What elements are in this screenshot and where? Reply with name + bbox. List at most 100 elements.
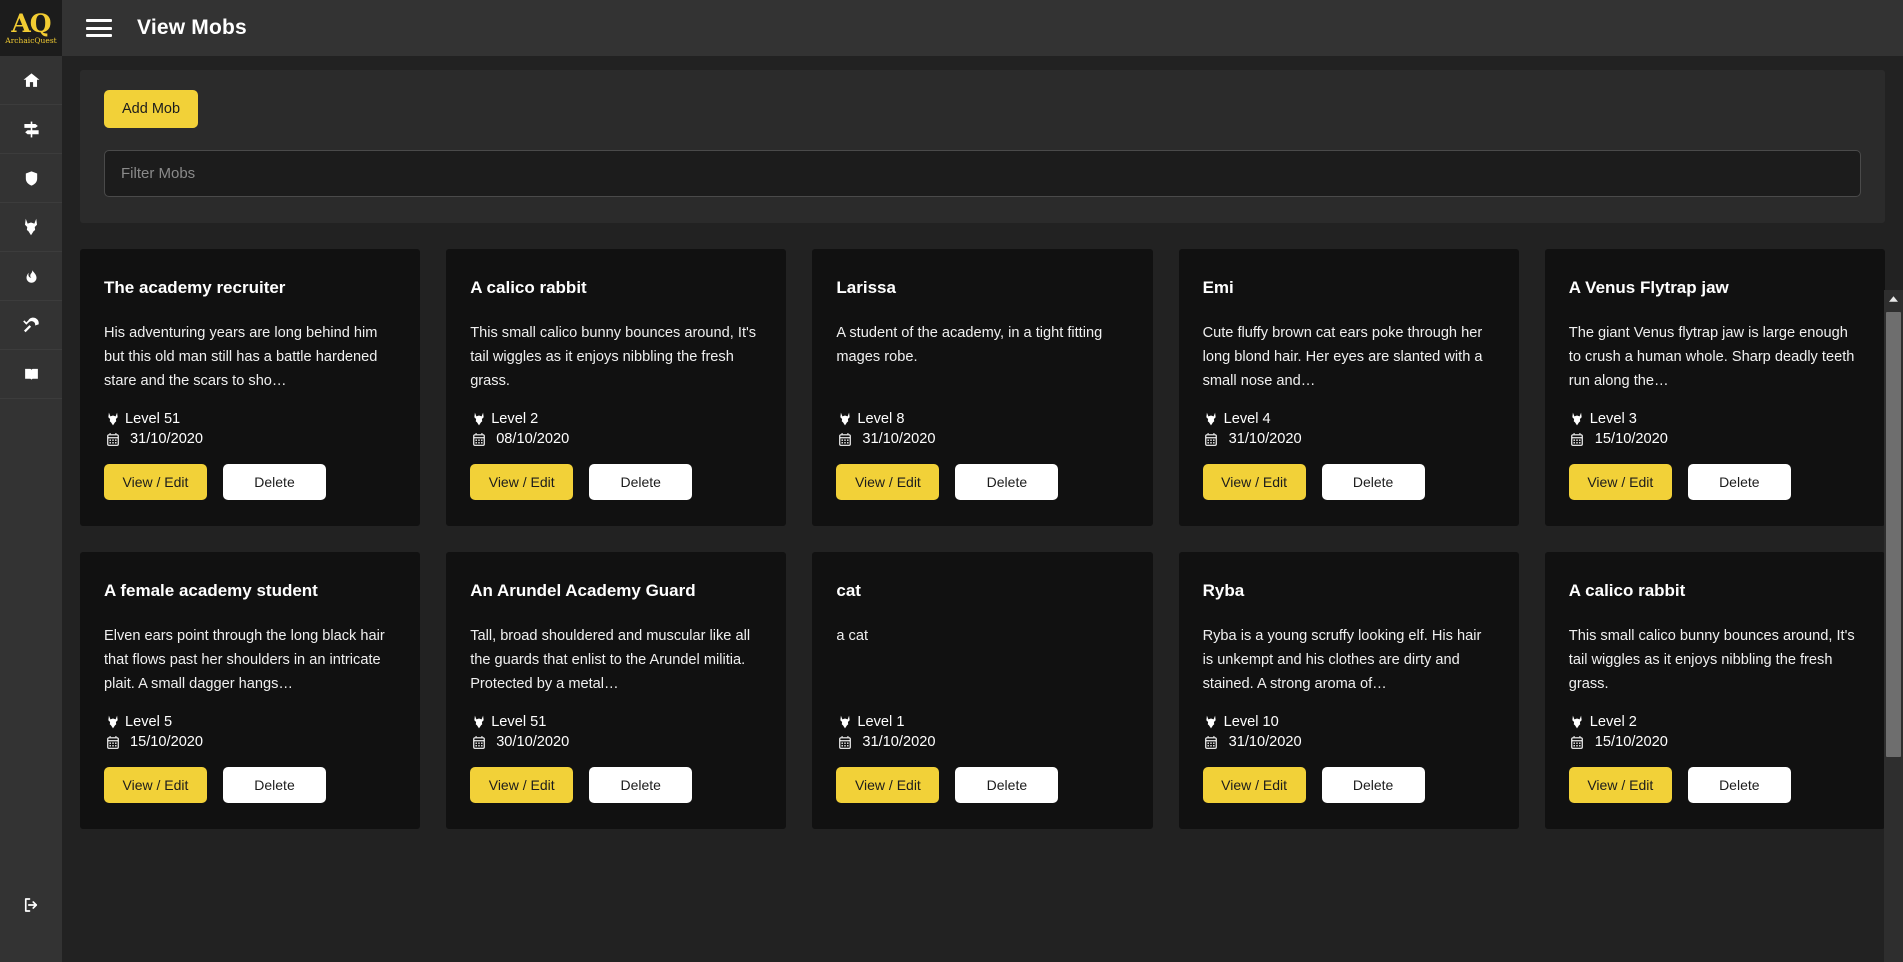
calendar-icon xyxy=(104,432,121,447)
mob-card-description: Cute fluffy brown cat ears poke through … xyxy=(1202,325,1483,389)
wolf-head-icon xyxy=(836,411,853,427)
mob-card-level: Level 2 xyxy=(470,411,762,427)
sidebar-item-mobs[interactable] xyxy=(0,203,62,252)
map-signs-icon xyxy=(22,120,41,139)
hamburger-bar xyxy=(86,34,112,37)
mob-card-date: 31/10/2020 xyxy=(104,431,396,447)
vertical-scrollbar-thumb[interactable] xyxy=(1886,312,1901,757)
mob-card-actions: View / Edit Delete xyxy=(1202,464,1495,500)
brand-logo-name: ArchaicQuest xyxy=(5,35,57,45)
sidebar-item-help[interactable] xyxy=(0,350,62,399)
mob-card-level-text: Level 8 xyxy=(857,411,905,427)
mob-card-description: Elven ears point through the long black … xyxy=(104,628,385,692)
mob-card-date-text: 31/10/2020 xyxy=(1228,431,1302,447)
mob-card: A calico rabbit This small calico bunny b… xyxy=(446,249,787,526)
mob-card-actions: View / Edit Delete xyxy=(836,464,1128,500)
delete-button[interactable]: Delete xyxy=(1687,464,1791,500)
mob-card-actions: View / Edit Delete xyxy=(1568,767,1861,803)
chevron-up-icon[interactable] xyxy=(1884,290,1903,307)
mob-card-level: Level 51 xyxy=(470,714,762,730)
wolf-head-icon xyxy=(104,411,121,427)
mob-card: The academy recruiter His adventuring yea… xyxy=(80,249,421,526)
calendar-icon xyxy=(836,735,853,750)
mob-card-title: A Venus Flytrap jaw xyxy=(1568,278,1729,297)
toolbar-panel: Add Mob xyxy=(80,70,1885,223)
wolf-head-icon xyxy=(1569,411,1586,427)
delete-button[interactable]: Delete xyxy=(955,767,1059,803)
mob-card-date-text: 31/10/2020 xyxy=(1228,734,1302,750)
sidebar-item-items[interactable] xyxy=(0,154,62,203)
mob-card-level-text: Level 2 xyxy=(491,411,539,427)
view-edit-button[interactable]: View / Edit xyxy=(836,464,940,500)
mob-card-title: Emi xyxy=(1202,278,1234,297)
view-edit-button[interactable]: View / Edit xyxy=(1202,767,1306,803)
mob-card-date-text: 31/10/2020 xyxy=(862,431,936,447)
mob-card-level-text: Level 5 xyxy=(125,714,173,730)
mob-card-title: Larissa xyxy=(836,278,896,297)
wolf-head-icon xyxy=(1203,714,1220,730)
wolf-head-icon xyxy=(1569,714,1586,730)
mob-card-level: Level 2 xyxy=(1569,714,1861,730)
mob-card-description: This small calico bunny bounces around, … xyxy=(470,325,757,389)
app-root: AQ ArchaicQuest View Mobs Add Mob Filter… xyxy=(0,0,1903,962)
delete-button[interactable]: Delete xyxy=(1321,767,1425,803)
mob-card-date: 31/10/2020 xyxy=(1203,431,1495,447)
brand-logo[interactable]: AQ ArchaicQuest xyxy=(0,0,62,56)
axe-icon xyxy=(22,316,41,335)
mob-card-date-text: 31/10/2020 xyxy=(862,734,936,750)
hamburger-icon[interactable] xyxy=(86,17,112,39)
view-edit-button[interactable]: View / Edit xyxy=(470,767,574,803)
mob-card-title: Ryba xyxy=(1202,581,1245,600)
mob-card-date: 08/10/2020 xyxy=(470,431,762,447)
mob-card-description: Ryba is a young scruffy looking elf. His… xyxy=(1202,628,1482,692)
wolf-head-icon xyxy=(470,411,487,427)
mob-card-level: Level 8 xyxy=(836,411,1128,427)
delete-button[interactable]: Delete xyxy=(589,767,693,803)
mob-card-level-text: Level 1 xyxy=(857,714,905,730)
view-edit-button[interactable]: View / Edit xyxy=(1568,767,1672,803)
delete-button[interactable]: Delete xyxy=(589,464,693,500)
view-edit-button[interactable]: View / Edit xyxy=(1202,464,1306,500)
wolf-head-icon xyxy=(470,714,487,730)
calendar-icon xyxy=(104,735,121,750)
sidebar-item-logout[interactable] xyxy=(0,883,62,932)
view-edit-button[interactable]: View / Edit xyxy=(470,464,574,500)
sidebar-item-rooms[interactable] xyxy=(0,105,62,154)
add-mob-button[interactable]: Add Mob xyxy=(104,90,199,128)
delete-button[interactable]: Delete xyxy=(955,464,1059,500)
mob-card-actions: View / Edit Delete xyxy=(1568,464,1861,500)
filter-mobs-input[interactable] xyxy=(104,150,1861,197)
mob-card-description: His adventuring years are long behind hi… xyxy=(104,325,378,389)
view-edit-button[interactable]: View / Edit xyxy=(104,464,207,500)
mob-card-date: 15/10/2020 xyxy=(1569,431,1861,447)
sidebar-item-skills[interactable] xyxy=(0,252,62,301)
wolf-head-icon xyxy=(836,714,853,730)
view-edit-button[interactable]: View / Edit xyxy=(104,767,207,803)
mob-card: A Venus Flytrap jaw The giant Venus flytr… xyxy=(1544,249,1885,526)
mob-card-description: This small calico bunny bounces around, … xyxy=(1568,628,1855,692)
mob-card-date-text: 08/10/2020 xyxy=(496,431,570,447)
mob-card-description: a cat xyxy=(836,628,869,644)
view-edit-button[interactable]: View / Edit xyxy=(1568,464,1672,500)
calendar-icon xyxy=(1569,735,1586,750)
mob-card: Larissa A student of the academy, in a ti… xyxy=(812,249,1153,526)
mob-card-level-text: Level 4 xyxy=(1223,411,1271,427)
delete-button[interactable]: Delete xyxy=(1687,767,1791,803)
sidebar-item-home[interactable] xyxy=(0,56,62,105)
mob-card-title: A female academy student xyxy=(104,581,318,600)
view-edit-button[interactable]: View / Edit xyxy=(836,767,940,803)
topbar: View Mobs xyxy=(62,0,1903,56)
delete-button[interactable]: Delete xyxy=(1321,464,1425,500)
shield-icon xyxy=(23,169,40,188)
main-content: Add Mob The academy recruiter His adventu… xyxy=(62,56,1903,962)
sidebar-item-crafting[interactable] xyxy=(0,301,62,350)
calendar-icon xyxy=(470,432,487,447)
mob-card-title: cat xyxy=(836,581,861,600)
mob-card-actions: View / Edit Delete xyxy=(1202,767,1495,803)
delete-button[interactable]: Delete xyxy=(223,767,326,803)
calendar-icon xyxy=(470,735,487,750)
delete-button[interactable]: Delete xyxy=(223,464,326,500)
mob-card-date-text: 31/10/2020 xyxy=(130,431,204,447)
mob-card-date: 31/10/2020 xyxy=(836,431,1128,447)
